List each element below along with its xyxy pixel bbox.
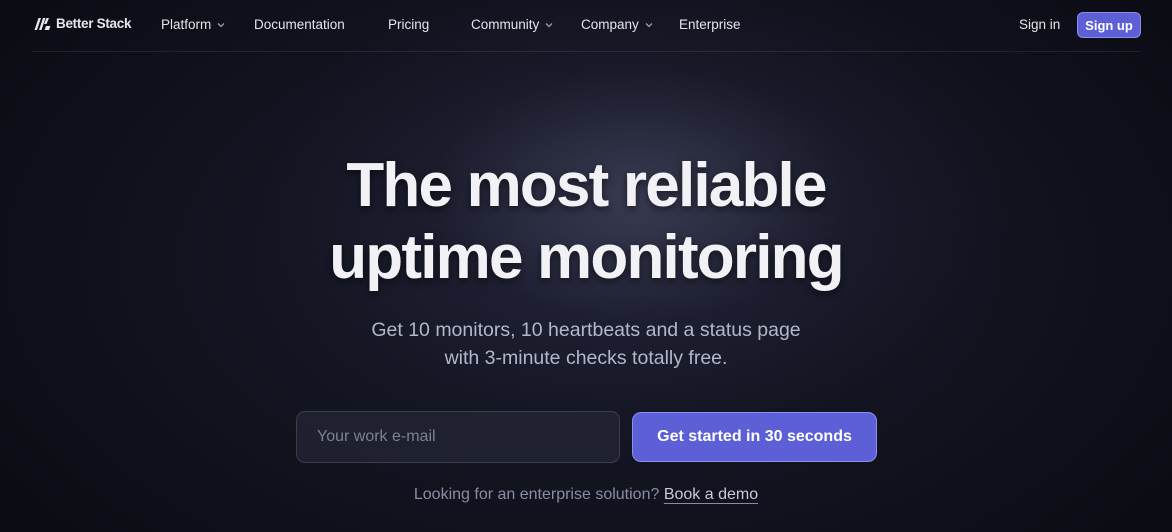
hero-subtitle: Get 10 monitors, 10 heartbeats and a sta… — [0, 316, 1172, 372]
hero-headline-line-1: The most reliable — [346, 151, 827, 220]
top-navigation: Better Stack Platform Documentation Pric… — [0, 0, 1172, 52]
nav-item-community[interactable]: Community — [471, 17, 554, 32]
nav-item-label: Community — [471, 17, 540, 32]
hero-headline-line-2: uptime monitoring — [329, 223, 844, 292]
betterstack-logo-icon — [34, 17, 51, 30]
nav-item-company[interactable]: Company — [581, 17, 654, 32]
chevron-down-icon — [217, 22, 225, 27]
nav-item-label: Company — [581, 17, 639, 32]
nav-item-enterprise[interactable]: Enterprise — [679, 17, 741, 32]
enterprise-prompt: Looking for an enterprise solution? Book… — [0, 486, 1172, 504]
nav-item-label: Enterprise — [679, 17, 741, 32]
sign-in-link[interactable]: Sign in — [1019, 17, 1060, 32]
book-demo-link[interactable]: Book a demo — [664, 486, 758, 503]
chevron-down-icon — [645, 22, 653, 27]
nav-item-label: Platform — [161, 17, 212, 32]
nav-item-platform[interactable]: Platform — [161, 17, 226, 32]
work-email-input[interactable] — [296, 411, 620, 463]
brand-name: Better Stack — [56, 16, 132, 31]
nav-item-pricing[interactable]: Pricing — [388, 17, 429, 32]
hero-headline: The most reliable uptime monitoring — [0, 150, 1172, 294]
sign-up-button[interactable]: Sign up — [1077, 12, 1141, 38]
get-started-button[interactable]: Get started in 30 seconds — [632, 412, 877, 462]
nav-item-label: Documentation — [254, 17, 345, 32]
hero-subtitle-line-1: Get 10 monitors, 10 heartbeats and a sta… — [371, 319, 801, 341]
nav-item-documentation[interactable]: Documentation — [254, 17, 345, 32]
hero-subtitle-line-2: with 3-minute checks totally free. — [444, 347, 728, 369]
chevron-down-icon — [545, 22, 553, 27]
nav-divider — [32, 51, 1140, 52]
enterprise-text: Looking for an enterprise solution? — [413, 486, 660, 503]
page: Better Stack Platform Documentation Pric… — [0, 0, 1172, 532]
brand-logo[interactable]: Better Stack — [34, 16, 131, 31]
nav-item-label: Pricing — [388, 17, 430, 32]
